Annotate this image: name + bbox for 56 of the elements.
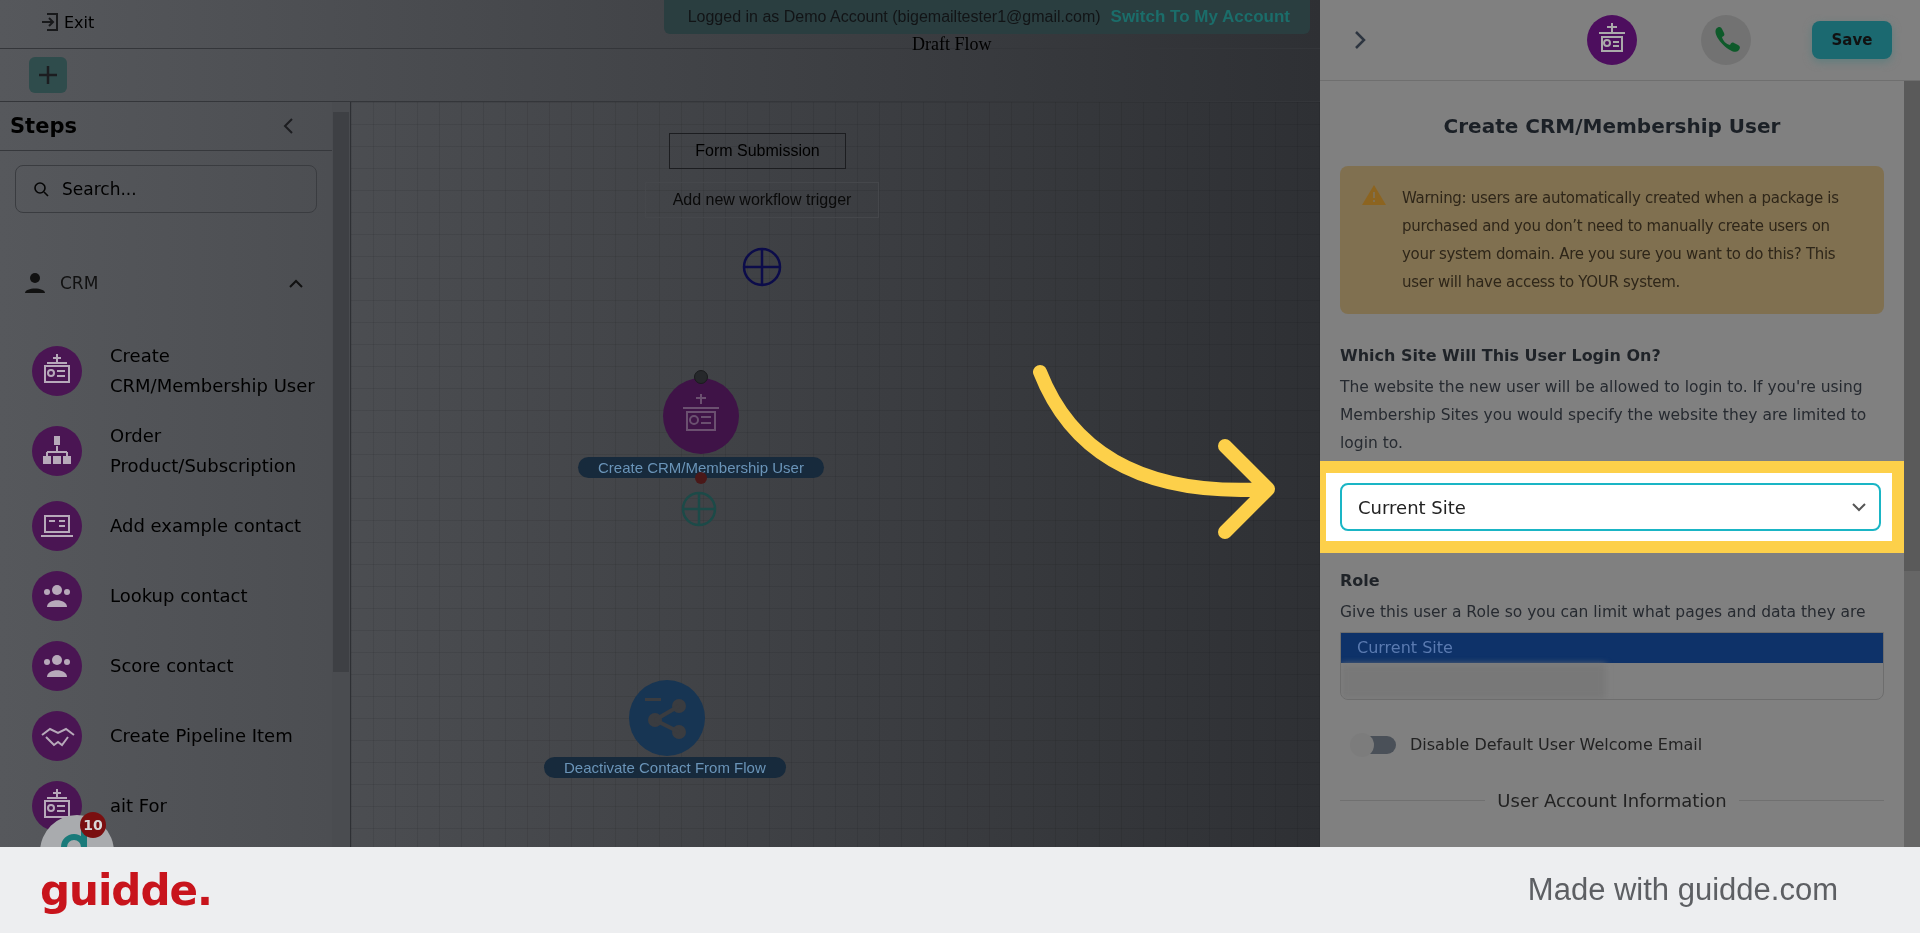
scrollbar[interactable]: [1904, 81, 1920, 847]
node-label[interactable]: Deactivate Contact From Flow: [544, 757, 786, 778]
search-field[interactable]: Search...: [15, 165, 317, 213]
role-option[interactable]: Current Site: [1341, 633, 1883, 663]
section-heading: User Account Information: [1497, 790, 1727, 811]
phone-icon[interactable]: [1701, 15, 1751, 65]
help-text: Give this user a Role so you can limit what pages and data they are: [1340, 602, 1867, 623]
warning-text: Warning: users are automatically created when a package is purchased and you don’t need to manually create users on your system domain. Are you sure you want to do this? This user will have access to YOUR system.: [1402, 188, 1840, 293]
save-button[interactable]: Save: [1812, 21, 1892, 59]
step-item[interactable]: Score contact: [110, 651, 315, 681]
notification-badge: 10: [80, 812, 106, 838]
step-item[interactable]: Create Pipeline Item: [110, 721, 315, 751]
trigger-box[interactable]: Form Submission: [669, 133, 846, 169]
chevron-down-icon: [1851, 502, 1867, 512]
role-listbox[interactable]: Current Site: [1340, 632, 1884, 700]
panel-title: Create CRM/Membership User: [1442, 114, 1782, 138]
step-item[interactable]: Create CRM/Membership User: [110, 341, 315, 401]
step-item[interactable]: Order Product/Subscription: [110, 421, 315, 481]
field-label: Which Site Will This User Login On?: [1340, 346, 1662, 365]
person-icon: [24, 272, 46, 294]
scrollbar-thumb[interactable]: [1904, 81, 1920, 571]
plus-icon: [37, 64, 59, 86]
people-icon: [32, 641, 82, 691]
search-icon: [33, 181, 49, 197]
field-label: Role: [1340, 571, 1381, 590]
add-step-icon[interactable]: [681, 491, 717, 527]
id-card-icon[interactable]: [1587, 15, 1637, 65]
toggle-label: Disable Default User Welcome Email: [1410, 735, 1703, 754]
warning-icon: [1361, 184, 1387, 206]
scrollbar-thumb[interactable]: [333, 112, 349, 672]
add-trigger-box[interactable]: Add new workflow trigger: [645, 182, 879, 218]
exit-icon: [40, 12, 60, 32]
people-icon: [32, 571, 82, 621]
credit-text: Made with guidde.com: [1527, 872, 1838, 908]
org-chart-icon: [32, 426, 82, 476]
connector-dot: [694, 370, 708, 384]
chevron-right-icon[interactable]: [1353, 29, 1367, 51]
flow-title: Draft Flow: [912, 33, 992, 55]
id-card-icon: [32, 346, 82, 396]
add-step-icon[interactable]: [742, 247, 782, 287]
crm-group-header[interactable]: CRM: [0, 263, 332, 303]
sidebar-title: Steps: [10, 114, 77, 138]
step-item[interactable]: ait For: [110, 791, 315, 821]
step-item[interactable]: Lookup contact: [110, 581, 315, 611]
step-item[interactable]: Add example contact: [110, 511, 315, 541]
laptop-icon: [32, 501, 82, 551]
exit-button[interactable]: Exit: [40, 12, 95, 32]
share-node-icon[interactable]: [629, 680, 705, 756]
add-button[interactable]: [29, 57, 67, 93]
guidde-logo: guidde.: [40, 865, 212, 915]
id-card-node-icon[interactable]: [663, 378, 739, 454]
help-text: The website the new user will be allowed to login to. If you're using Membership Sites you would specify the website they are limited to login to.: [1340, 377, 1868, 454]
toggle-switch[interactable]: [1352, 735, 1396, 754]
collapse-icon[interactable]: [282, 117, 294, 135]
site-select[interactable]: Current Site: [1340, 483, 1881, 531]
node-label[interactable]: Create CRM/Membership User: [578, 457, 824, 478]
